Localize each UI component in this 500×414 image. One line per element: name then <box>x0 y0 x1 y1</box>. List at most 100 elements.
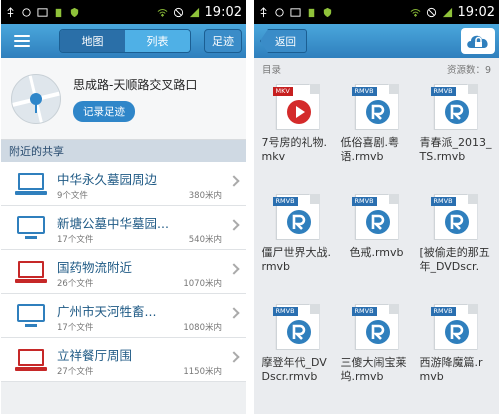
directory-label: 目录 <box>262 65 282 76</box>
current-location: 思成路-天顺路交叉路口 记录足迹 <box>1 58 246 140</box>
realplayer-icon <box>365 320 390 344</box>
file-item[interactable]: RMVB 低俗喜剧.粤语.rmvb <box>337 80 416 184</box>
video-file-icon: MKV <box>270 84 326 130</box>
file-type-tag: RMVB <box>430 87 456 96</box>
video-file-icon: RMVB <box>349 304 405 350</box>
place-title: 广州市天河牲畜... <box>57 304 157 319</box>
file-name: 西游降魔篇.rmvb <box>419 356 483 383</box>
list-item[interactable]: 国药物流附近 26个文件 1070米内 <box>1 250 246 294</box>
laptop-icon <box>15 346 47 374</box>
tab-list[interactable]: 列表 <box>125 30 190 52</box>
battery-icon <box>55 8 62 17</box>
blocked-icon <box>426 7 436 17</box>
map-pin-icon <box>12 74 60 123</box>
image-icon <box>37 7 48 17</box>
monitor-icon <box>15 302 47 330</box>
app-bar: 地图 列表 足迹 <box>1 24 246 58</box>
back-button[interactable]: 返回 <box>260 29 307 53</box>
file-type-tag: RMVB <box>272 197 298 206</box>
realplayer-icon <box>365 210 390 234</box>
map-thumbnail[interactable] <box>11 73 61 124</box>
file-name: 7号房的礼物.mkv <box>261 136 328 163</box>
notification-icon <box>275 7 284 17</box>
list-item[interactable]: 立祥餐厅周围 27个文件 1150米内 <box>1 338 246 382</box>
menu-button[interactable] <box>7 29 37 53</box>
list-item[interactable]: 广州市天河牲畜... 17个文件 1080米内 <box>1 294 246 338</box>
play-icon <box>286 100 311 124</box>
file-item[interactable]: MKV 7号房的礼物.mkv <box>258 80 337 184</box>
file-item[interactable]: RMVB 摩登年代_DVDscr.rmvb <box>258 300 337 404</box>
file-item[interactable]: RMVB 青春派_2013_TS.rmvb <box>416 80 495 184</box>
list-item[interactable]: 中华永久墓园周边 9个文件 380米内 <box>1 162 246 206</box>
file-item[interactable]: RMVB [被偷走的那五年_DVDscr. <box>416 190 495 294</box>
monitor-icon <box>15 214 47 242</box>
signal-icon <box>189 7 199 17</box>
image-icon <box>290 7 301 17</box>
app-bar: 返回 <box>254 24 499 58</box>
signal-icon <box>442 7 452 17</box>
place-title: 中华永久墓园周边 <box>57 172 158 187</box>
file-name: 低俗喜剧.粤语.rmvb <box>340 136 400 163</box>
file-item[interactable]: RMVB 色戒.rmvb <box>337 190 416 294</box>
cloud-lock-icon <box>467 35 488 48</box>
realplayer-icon <box>444 320 469 344</box>
distance: 380米内 <box>188 191 222 201</box>
distance: 1070米内 <box>183 279 222 289</box>
file-count: 17个文件 <box>57 323 94 333</box>
laptop-icon <box>15 258 47 286</box>
video-file-icon: RMVB <box>428 304 484 350</box>
distance: 1080米内 <box>183 323 222 333</box>
battery-icon <box>308 8 315 17</box>
file-type-tag: MKV <box>272 87 293 96</box>
file-type-tag: RMVB <box>351 197 377 206</box>
realplayer-icon <box>444 210 469 234</box>
wifi-icon <box>410 8 420 17</box>
video-file-icon: RMVB <box>270 304 326 350</box>
file-item[interactable]: RMVB 三傻大闹宝莱坞.rmvb <box>337 300 416 404</box>
file-count: 26个文件 <box>57 279 94 289</box>
usb-icon <box>260 6 267 17</box>
place-title: 立祥餐厅周围 <box>57 348 133 363</box>
view-switcher: 地图 列表 <box>59 29 191 53</box>
video-file-icon: RMVB <box>270 194 326 240</box>
usb-icon <box>7 6 14 17</box>
file-name: 僵尸世界大战.rmvb <box>261 246 332 273</box>
file-type-tag: RMVB <box>351 87 377 96</box>
video-file-icon: RMVB <box>349 194 405 240</box>
status-bar: 19:02 <box>254 0 499 24</box>
tab-map[interactable]: 地图 <box>60 30 125 52</box>
record-footprint-button[interactable]: 记录足迹 <box>73 100 135 122</box>
file-item[interactable]: RMVB 僵尸世界大战.rmvb <box>258 190 337 294</box>
shield-icon <box>70 7 79 17</box>
directory-bar: 目录 资源数：9 <box>254 58 499 80</box>
menu-icon <box>14 35 30 37</box>
file-name: 摩登年代_DVDscr.rmvb <box>261 356 327 383</box>
notification-icon <box>22 7 31 17</box>
distance: 540米内 <box>188 235 222 245</box>
cloud-upload-button[interactable] <box>461 28 495 54</box>
footprint-button[interactable]: 足迹 <box>204 29 242 53</box>
realplayer-icon <box>286 320 311 344</box>
file-count: 17个文件 <box>57 235 94 245</box>
file-item[interactable]: RMVB 西游降魔篇.rmvb <box>416 300 495 404</box>
file-type-tag: RMVB <box>272 307 298 316</box>
shield-icon <box>323 7 332 17</box>
file-count: 9个文件 <box>57 191 88 201</box>
file-count: 27个文件 <box>57 367 94 377</box>
file-grid: MKV 7号房的礼物.mkv RMVB 低俗喜剧.粤语.rmvb RMVB 青春… <box>254 80 499 404</box>
clock: 19:02 <box>204 4 242 20</box>
laptop-icon <box>15 170 47 198</box>
realplayer-icon <box>286 210 311 234</box>
file-name: 三傻大闹宝莱坞.rmvb <box>340 356 407 383</box>
list-item[interactable]: 新塘公墓中华墓园... 17个文件 540米内 <box>1 206 246 250</box>
file-type-tag: RMVB <box>351 307 377 316</box>
file-type-tag: RMVB <box>430 197 456 206</box>
nearby-list: 中华永久墓园周边 9个文件 380米内 新塘公墓中华墓园... 17个文件 54… <box>1 162 246 382</box>
file-type-tag: RMVB <box>430 307 456 316</box>
video-file-icon: RMVB <box>428 194 484 240</box>
realplayer-icon <box>444 100 469 124</box>
file-name: 色戒.rmvb <box>349 246 404 259</box>
nearby-share-screen: 19:02 地图 列表 足迹 思成路-天顺路交叉路口 记录足迹 附近的共享 中华… <box>1 0 246 414</box>
shared-files-screen: 19:02 返回 目录 资源数：9 MKV 7号房的礼物.mkv RMVB 低俗… <box>254 0 499 414</box>
clock: 19:02 <box>457 4 495 20</box>
